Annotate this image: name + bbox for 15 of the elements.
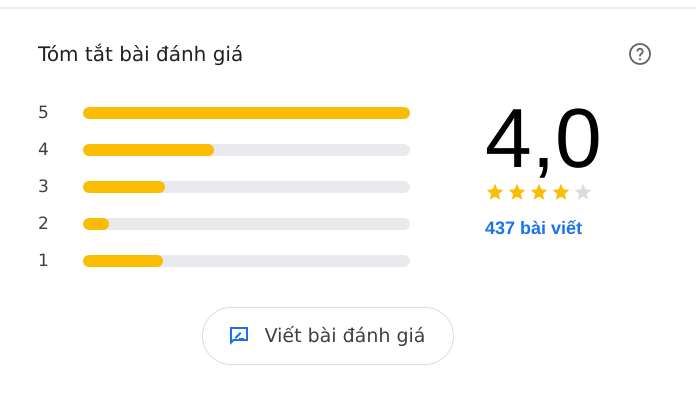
reviews-link[interactable]: 437 bài viết	[485, 218, 582, 239]
average-score: 4,0	[485, 96, 602, 180]
rating-label: 3	[38, 176, 50, 196]
star-icon	[573, 182, 593, 202]
star-icon	[529, 182, 549, 202]
rating-label: 4	[38, 140, 50, 160]
rating-label: 2	[38, 214, 50, 234]
write-review-button[interactable]: Viết bài đánh giá	[202, 307, 454, 365]
star-icon	[485, 182, 505, 202]
section-title: Tóm tắt bài đánh giá	[38, 42, 244, 66]
rating-label: 1	[38, 250, 50, 270]
star-icon	[507, 182, 527, 202]
help-icon[interactable]	[628, 42, 652, 66]
rating-label: 5	[38, 102, 50, 122]
star-icon	[551, 182, 571, 202]
